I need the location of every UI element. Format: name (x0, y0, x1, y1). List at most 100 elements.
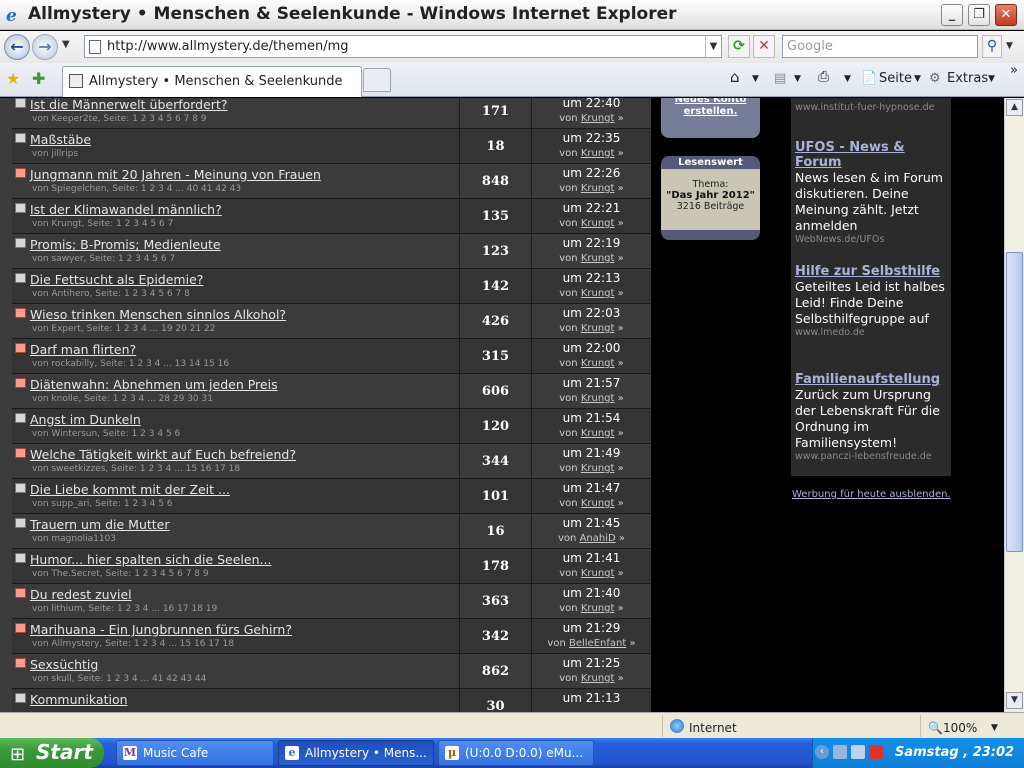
extras-menu-button[interactable]: Extras (947, 71, 988, 86)
last-poster-link[interactable]: AnahiD (580, 533, 616, 544)
last-poster-link[interactable]: Krungt (581, 218, 615, 229)
lesenswert-box[interactable]: Lesenswert Thema: "Das Jahr 2012" 3216 B… (661, 156, 760, 240)
thread-author-pages[interactable]: von magnolia1103 (32, 534, 116, 544)
address-bar[interactable]: http://www.allmystery.de/themen/mg ▼ (84, 35, 722, 58)
page-menu-icon[interactable]: 📄 (861, 71, 877, 86)
new-account-line1[interactable]: Neues Konto (661, 98, 760, 106)
thread-row[interactable]: Jungmann mit 20 Jahren - Meinung von Fra… (12, 164, 651, 199)
back-button[interactable]: ← (4, 34, 30, 60)
ad-url[interactable]: www.institut-fuer-hypnose.de (795, 102, 951, 113)
zoom-dropdown-icon[interactable]: ▼ (991, 723, 998, 733)
thread-author-pages[interactable]: von The.Secret, Seite: 1 2 3 4 5 6 7 8 9 (32, 569, 209, 579)
thread-row[interactable]: Promis; B-Promis; Medienleute von sawyer,… (12, 234, 651, 269)
close-button[interactable]: ✕ (995, 4, 1017, 26)
last-poster-link[interactable]: Krungt (581, 288, 615, 299)
last-poster-link[interactable]: Krungt (581, 183, 615, 194)
last-poster-link[interactable]: Krungt (581, 463, 615, 474)
goto-last-post-icon[interactable]: » (614, 498, 624, 509)
add-favorites-icon[interactable]: ✚ (32, 69, 45, 88)
minimize-button[interactable]: _ (941, 4, 963, 26)
thread-author-pages[interactable]: von supp_ari, Seite: 1 2 3 4 5 6 (32, 499, 173, 509)
security-icon[interactable] (869, 745, 883, 759)
last-poster-link[interactable]: Krungt (581, 253, 615, 264)
thread-title-link[interactable]: Die Fettsucht als Epidemie? (30, 272, 203, 287)
history-dropdown-icon[interactable]: ▼ (62, 39, 70, 50)
thread-title-link[interactable]: Sexsüchtig (30, 657, 98, 672)
refresh-button[interactable]: ⟳ (728, 35, 750, 58)
goto-last-post-icon[interactable]: » (614, 113, 624, 124)
maximize-button[interactable]: ❐ (968, 4, 990, 26)
thread-title-link[interactable]: Humor... hier spalten sich die Seelen... (30, 552, 271, 567)
thread-row[interactable]: Die Liebe kommt mit der Zeit ... von supp… (12, 479, 651, 514)
thread-author-pages[interactable]: von Wintersun, Seite: 1 2 3 4 5 6 (32, 429, 180, 439)
thread-title-link[interactable]: Jungmann mit 20 Jahren - Meinung von Fra… (30, 167, 321, 182)
goto-last-post-icon[interactable]: » (614, 673, 624, 684)
thread-author-pages[interactable]: von Spiegelchen, Seite: 1 2 3 4 ... 40 4… (32, 184, 241, 194)
thread-row[interactable]: Angst im Dunkeln von Wintersun, Seite: 1 … (12, 409, 651, 444)
thread-row[interactable]: Maßstäbe von jillrips 18 um 22:35 von Krungt… (12, 129, 651, 164)
thread-row[interactable]: Ist der Klimawandel männlich? von Krungt,… (12, 199, 651, 234)
ad-headline[interactable]: Hilfe zur Selbsthilfe (795, 264, 951, 279)
task-music-cafe[interactable]: M Music Cafe (116, 740, 274, 766)
thread-row[interactable]: Marihuana - Ein Jungbrunnen fürs Gehirn?… (12, 619, 651, 654)
task-allmystery[interactable]: e Allmystery • Mens... (278, 740, 434, 766)
home-icon[interactable]: ⌂ (730, 68, 740, 86)
thread-title-link[interactable]: Ist der Klimawandel männlich? (30, 202, 222, 217)
goto-last-post-icon[interactable]: » (614, 428, 624, 439)
thread-title-link[interactable]: Wieso trinken Menschen sinnlos Alkohol? (30, 307, 286, 322)
thread-author-pages[interactable]: von lithium, Seite: 1 2 3 4 ... 16 17 18… (32, 604, 217, 614)
toolbar-overflow-icon[interactable]: » (1010, 63, 1018, 78)
goto-last-post-icon[interactable]: » (614, 288, 624, 299)
last-poster-link[interactable]: Krungt (581, 603, 615, 614)
goto-last-post-icon[interactable]: » (614, 603, 624, 614)
goto-last-post-icon[interactable]: » (626, 638, 635, 649)
new-tab-button[interactable] (363, 68, 391, 92)
last-poster-link[interactable]: Krungt (581, 568, 615, 579)
start-button[interactable]: ⊞ Start (0, 738, 104, 768)
display-icon[interactable] (851, 745, 865, 759)
thread-author-pages[interactable]: von skull, Seite: 1 2 3 4 ... 41 42 43 4… (32, 674, 206, 684)
new-account-line2[interactable]: erstellen. (661, 106, 760, 118)
search-options-icon[interactable]: ▼ (1006, 41, 1013, 51)
ad-url[interactable]: WebNews.de/UFOs (795, 234, 951, 245)
ad-url[interactable]: www.panczi-lebensfreude.de (795, 451, 951, 462)
lesenswert-body[interactable]: Thema: "Das Jahr 2012" 3216 Beiträge (661, 169, 760, 230)
scroll-down-icon[interactable]: ▼ (1006, 692, 1023, 709)
ad-url[interactable]: www.lmedo.de (795, 327, 951, 338)
thread-author-pages[interactable]: von knolle, Seite: 1 2 3 4 ... 28 29 30 … (32, 394, 213, 404)
ad-familienaufstellung[interactable]: Familienaufstellung Zurück zum Ursprung … (795, 372, 951, 462)
last-poster-link[interactable]: Krungt (581, 673, 615, 684)
feeds-icon[interactable]: ▤ (774, 71, 786, 86)
gear-icon[interactable]: ⚙ (929, 71, 941, 86)
thread-author-pages[interactable]: von Expert, Seite: 1 2 3 4 ... 19 20 21 … (32, 324, 216, 334)
last-poster-link[interactable]: Krungt (581, 428, 615, 439)
last-poster-link[interactable]: BelleEnfant (569, 638, 626, 649)
goto-last-post-icon[interactable]: » (614, 568, 624, 579)
forward-button[interactable]: → (32, 34, 58, 60)
ad-selbsthilfe[interactable]: Hilfe zur Selbsthilfe Geteiltes Leid ist… (795, 264, 951, 338)
ad-ufos[interactable]: UFOS - News & Forum News lesen & im Foru… (795, 140, 951, 245)
thread-title-link[interactable]: Marihuana - Ein Jungbrunnen fürs Gehirn? (30, 622, 292, 637)
goto-last-post-icon[interactable]: » (614, 253, 624, 264)
network-icon[interactable] (833, 745, 847, 759)
thread-row[interactable]: Trauern um die Mutter von magnolia1103 16 u… (12, 514, 651, 549)
last-poster-link[interactable]: Krungt (581, 498, 615, 509)
thread-title-link[interactable]: Angst im Dunkeln (30, 412, 141, 427)
thread-author-pages[interactable]: von rockabilly, Seite: 1 2 3 4 ... 13 14… (32, 359, 229, 369)
thread-row[interactable]: Welche Tätigkeit wirkt auf Euch befreien… (12, 444, 651, 479)
thread-title-link[interactable]: Diätenwahn: Abnehmen um jeden Preis (30, 377, 278, 392)
thread-title-link[interactable]: Darf man flirten? (30, 342, 136, 357)
feeds-dropdown-icon[interactable]: ▼ (794, 74, 801, 84)
goto-last-post-icon[interactable]: » (616, 533, 625, 544)
zoom-level[interactable]: 100% (943, 721, 977, 735)
page-dropdown-icon[interactable]: ▼ (914, 74, 921, 84)
thread-author-pages[interactable]: von Allmystery, Seite: 1 2 3 4 ... 15 16… (32, 639, 234, 649)
favorites-star-icon[interactable]: ★ (6, 69, 20, 88)
thread-row[interactable]: Wieso trinken Menschen sinnlos Alkohol? v… (12, 304, 651, 339)
ad-headline[interactable]: Familienaufstellung (795, 372, 951, 387)
last-poster-link[interactable]: Krungt (581, 113, 615, 124)
thread-author-pages[interactable]: von Antihero, Seite: 1 2 3 4 5 6 7 8 (32, 289, 190, 299)
last-poster-link[interactable]: Krungt (581, 358, 615, 369)
thread-row[interactable]: Ist die Männerwelt überfordert? von Keepe… (12, 98, 651, 129)
goto-last-post-icon[interactable]: » (614, 183, 624, 194)
